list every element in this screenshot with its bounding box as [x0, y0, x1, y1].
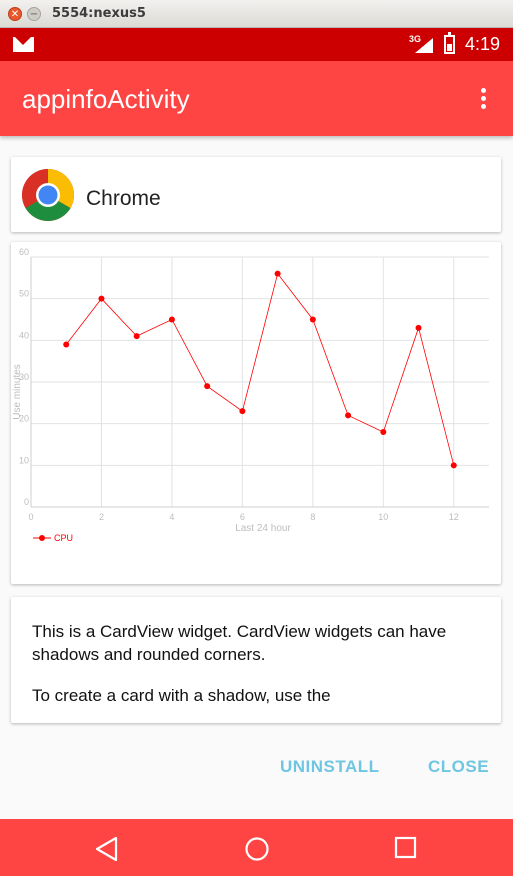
data-point — [63, 341, 70, 348]
data-point — [380, 429, 387, 435]
series-line — [65, 272, 455, 466]
data-point — [345, 412, 352, 419]
data-point — [415, 324, 422, 331]
cpu-usage-chart: 01020304050600 2 4 6 8 10 12Last 24 hourUse mi… — [12, 247, 489, 543]
back-icon[interactable] — [95, 836, 119, 862]
recent-apps-icon[interactable] — [394, 836, 418, 860]
chrome-icon — [22, 169, 74, 221]
home-icon[interactable] — [244, 836, 270, 862]
y-tick-label: 60 — [19, 247, 29, 257]
signal-icon — [415, 38, 433, 53]
close-button[interactable]: CLOSE — [428, 757, 489, 777]
mail-notification-icon — [13, 37, 34, 52]
legend-marker — [39, 535, 45, 541]
app-bar-title: appinfoActivity — [22, 84, 190, 114]
chart-card: 0 10 20 30 40 50 60 0 2 4 6 8 10 12 Last 24 hour Use mi… — [11, 242, 501, 584]
x-axis-label: Last 24 hour — [235, 523, 291, 534]
y-tick-label: 40 — [19, 330, 29, 340]
status-clock: 4:19 — [465, 34, 501, 54]
y-tick-label: 50 — [19, 289, 29, 299]
card-paragraph: To create a card with a shadow, use the — [32, 686, 331, 705]
y-tick-label: 10 — [19, 455, 29, 465]
app-name: Chrome — [86, 187, 161, 210]
data-point — [274, 270, 281, 277]
data-point — [133, 333, 140, 340]
emulator-titlebar: ✕ − 5554:nexus5 — [0, 0, 513, 28]
battery-icon — [444, 32, 455, 54]
app-bar: appinfoActivity — [0, 61, 513, 136]
uninstall-button[interactable]: UNINSTALL — [280, 757, 380, 777]
navigation-bar — [0, 819, 513, 876]
data-point — [204, 383, 211, 390]
x-tick-label: 12 — [449, 512, 459, 522]
card-paragraph: This is a CardView widget. CardView widg… — [32, 622, 447, 664]
x-tick-label: 4 — [169, 512, 174, 522]
x-tick-label: 8 — [310, 512, 315, 522]
text-card: This is a CardView widget. CardView widg… — [11, 597, 501, 723]
window-minimize-icon[interactable]: − — [27, 7, 41, 21]
window-title: 5554:nexus5 — [52, 6, 146, 21]
legend-label: CPU — [54, 533, 73, 543]
x-tick-label: 6 — [240, 512, 245, 522]
y-tick-label: 0 — [24, 497, 29, 507]
y-axis-label: Use minutes — [12, 364, 23, 420]
status-bar: 3G 4:19 — [0, 28, 513, 61]
x-tick-label: 2 — [99, 512, 104, 522]
app-info-card: Chrome — [11, 157, 501, 232]
data-point — [98, 295, 105, 302]
x-tick-label: 10 — [378, 512, 388, 522]
x-tick-label: 0 — [28, 512, 33, 522]
data-point — [309, 316, 316, 323]
data-point — [239, 408, 246, 415]
data-point — [450, 462, 457, 469]
overflow-menu-icon[interactable] — [473, 85, 495, 113]
window-close-icon[interactable]: ✕ — [8, 7, 22, 21]
data-point — [168, 316, 175, 323]
